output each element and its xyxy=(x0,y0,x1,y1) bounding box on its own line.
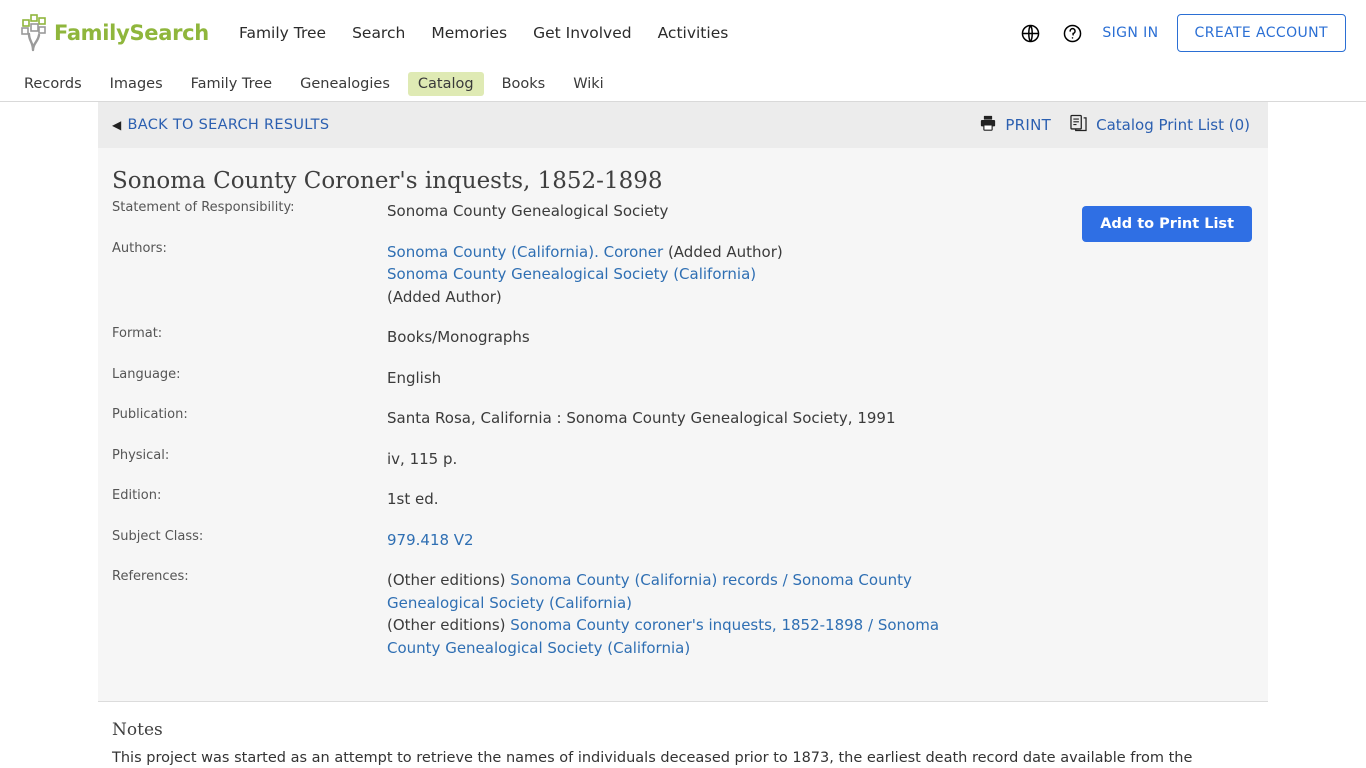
logo-wordmark: FamilySearch xyxy=(54,21,209,45)
record-field-row: Physical: iv, 115 p. xyxy=(112,448,992,489)
site-header: FamilySearch Family Tree Search Memories… xyxy=(0,0,1366,66)
notes-body: This project was started as an attempt t… xyxy=(112,750,1193,766)
create-account-button[interactable]: CREATE ACCOUNT xyxy=(1176,14,1346,52)
record-field-value: Sonoma County (California). Coroner (Add… xyxy=(387,241,992,327)
record-field-value: English xyxy=(387,367,992,408)
action-bar-right: PRINT Catalog Print List (0) xyxy=(979,113,1250,137)
familysearch-logo[interactable]: FamilySearch xyxy=(18,14,209,52)
family-tree-logo-icon xyxy=(18,14,52,52)
record-field-value: (Other editions) Sonoma County (Californ… xyxy=(387,569,992,677)
record-field-value: iv, 115 p. xyxy=(387,448,992,489)
subnav-item-family-tree[interactable]: Family Tree xyxy=(181,72,282,96)
record-field-text: Sonoma County Genealogical Society xyxy=(387,202,669,220)
record-field-row: Authors: Sonoma County (California). Coro… xyxy=(112,241,992,327)
record-field-label: Edition: xyxy=(112,488,162,503)
record-field-row: Statement of Responsibility: Sonoma Count… xyxy=(112,200,992,241)
back-link-label: BACK TO SEARCH RESULTS xyxy=(127,117,330,133)
page-title: Sonoma County Coroner's inquests, 1852-1… xyxy=(112,168,663,194)
record-field-text: Santa Rosa, California : Sonoma County G… xyxy=(387,409,896,427)
help-icon[interactable] xyxy=(1060,21,1084,45)
catalog-print-list-link[interactable]: Catalog Print List (0) xyxy=(1069,113,1250,137)
record-field-value: Santa Rosa, California : Sonoma County G… xyxy=(387,407,992,448)
record-field-row: Subject Class: 979.418 V2 xyxy=(112,529,992,570)
record-field-text: (Added Author) xyxy=(387,287,502,306)
record-field-label: Format: xyxy=(112,326,163,341)
record-field-row: Edition: 1st ed. xyxy=(112,488,992,529)
nav-item-memories[interactable]: Memories xyxy=(431,24,507,42)
record-field-value: Sonoma County Genealogical Society xyxy=(387,200,992,241)
printer-icon xyxy=(979,114,997,136)
print-label: PRINT xyxy=(1005,116,1052,134)
record-detail-panel: Sonoma County Coroner's inquests, 1852-1… xyxy=(98,148,1268,701)
nav-item-get-involved[interactable]: Get Involved xyxy=(533,24,631,42)
catalog-print-list-label: Catalog Print List (0) xyxy=(1096,116,1250,134)
print-button[interactable]: PRINT xyxy=(979,114,1051,136)
record-field-label: Publication: xyxy=(112,407,188,422)
record-field-text: English xyxy=(387,368,442,387)
document-list-icon xyxy=(1069,113,1088,137)
subnav-item-wiki[interactable]: Wiki xyxy=(563,72,613,96)
record-field-value: Books/Monographs xyxy=(387,326,992,367)
record-field-text: (Other editions) xyxy=(387,616,511,634)
record-field-row: Language: English xyxy=(112,367,992,408)
subnav-item-catalog[interactable]: Catalog xyxy=(407,71,484,96)
catalog-page: ◀ BACK TO SEARCH RESULTS PRINT Catalog P… xyxy=(98,102,1268,768)
globe-icon[interactable] xyxy=(1018,21,1042,45)
nav-item-family-tree[interactable]: Family Tree xyxy=(239,24,326,42)
subnav-item-images[interactable]: Images xyxy=(100,72,173,96)
notes-heading: Notes xyxy=(112,720,163,740)
subnav-item-records[interactable]: Records xyxy=(14,72,92,96)
record-field-row: Format: Books/Monographs xyxy=(112,326,992,367)
record-field-link[interactable]: Sonoma County (California). Coroner xyxy=(387,243,663,261)
record-field-label: Subject Class: xyxy=(112,528,204,544)
back-to-search-results-link[interactable]: ◀ BACK TO SEARCH RESULTS xyxy=(112,117,329,133)
primary-nav: Family Tree Search Memories Get Involved… xyxy=(239,24,728,42)
record-field-value: 979.418 V2 xyxy=(387,529,992,570)
record-field-text: (Added Author) xyxy=(663,242,783,261)
record-field-label: Authors: xyxy=(112,240,167,256)
header-actions: SIGN IN CREATE ACCOUNT xyxy=(1018,14,1346,52)
record-fields-table: Statement of Responsibility: Sonoma Count… xyxy=(112,200,992,677)
secondary-nav: Records Images Family Tree Genealogies C… xyxy=(0,66,1366,102)
record-field-value: 1st ed. xyxy=(387,488,992,529)
record-field-text: iv, 115 p. xyxy=(387,449,458,468)
nav-item-activities[interactable]: Activities xyxy=(658,24,729,42)
nav-item-search[interactable]: Search xyxy=(352,24,405,42)
notes-section: Notes This project was started as an att… xyxy=(98,701,1268,768)
record-field-text: 1st ed. xyxy=(387,490,439,508)
action-bar: ◀ BACK TO SEARCH RESULTS PRINT Catalog P… xyxy=(98,102,1268,148)
sign-in-link[interactable]: SIGN IN xyxy=(1102,25,1158,41)
record-field-row: References: (Other editions) Sonoma Count… xyxy=(112,569,992,677)
record-field-link[interactable]: 979.418 V2 xyxy=(387,531,474,549)
record-field-text: Books/Monographs xyxy=(387,328,530,346)
record-field-label: Physical: xyxy=(112,447,170,463)
subnav-item-genealogies[interactable]: Genealogies xyxy=(290,72,400,96)
subnav-item-books[interactable]: Books xyxy=(492,72,556,96)
caret-left-icon: ◀ xyxy=(112,118,122,132)
record-field-link[interactable]: Sonoma County Genealogical Society (Cali… xyxy=(387,265,756,283)
record-field-row: Publication: Santa Rosa, California : Son… xyxy=(112,407,992,448)
record-field-text: (Other editions) xyxy=(387,571,511,589)
record-field-label: Language: xyxy=(112,366,181,382)
record-field-label: References: xyxy=(112,569,189,584)
record-field-label: Statement of Responsibility: xyxy=(112,200,295,215)
add-to-print-list-button[interactable]: Add to Print List xyxy=(1082,206,1252,242)
